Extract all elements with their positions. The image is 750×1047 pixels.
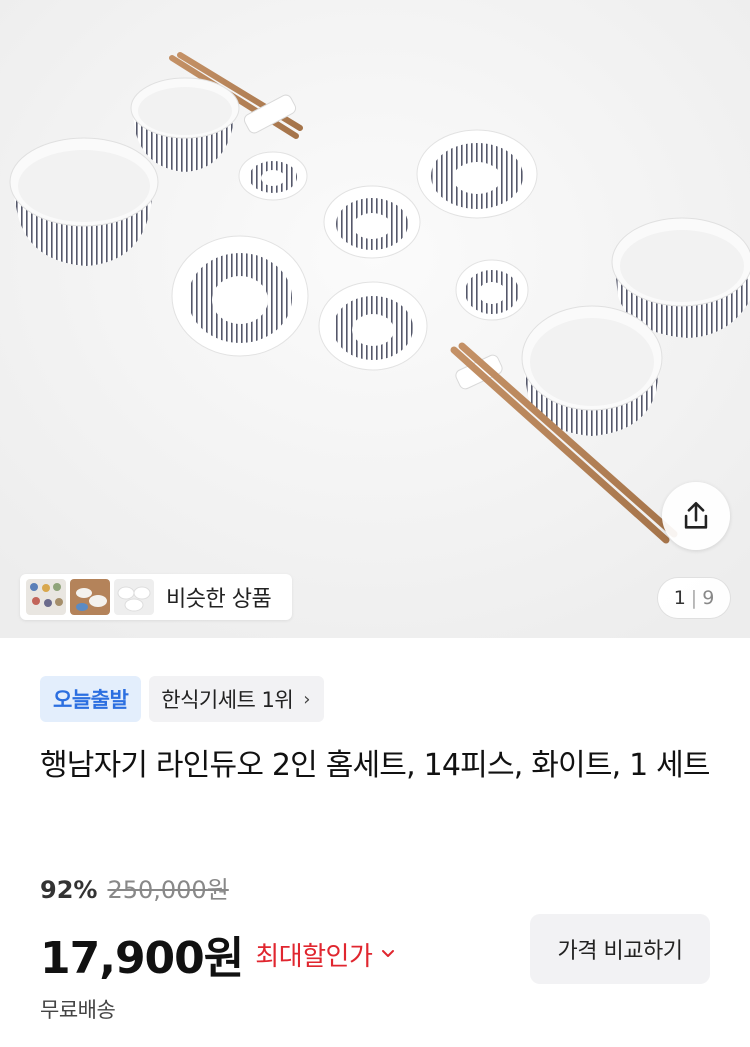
max-discount-label: 최대할인가 xyxy=(255,941,373,972)
similar-thumbnail xyxy=(26,579,66,615)
shipping-info: 무료배송 xyxy=(40,998,116,1022)
similar-products-button[interactable]: 비슷한 상품 xyxy=(20,574,292,620)
max-discount-toggle[interactable]: 최대할인가 xyxy=(255,936,396,973)
discount-rate: 92% xyxy=(40,876,98,904)
similar-thumbnail xyxy=(70,579,110,615)
chevron-right-icon: › xyxy=(303,688,310,710)
badge-row: 오늘출발 한식기세트 1위 › xyxy=(40,676,324,722)
image-counter: 1 | 9 xyxy=(658,578,730,618)
price-compare-button[interactable]: 가격 비교하기 xyxy=(530,914,710,984)
category-rank-badge[interactable]: 한식기세트 1위 › xyxy=(149,676,324,722)
discount-row: 92% 250,000원 xyxy=(40,870,229,905)
product-image-gallery[interactable]: 비슷한 상품 1 | 9 xyxy=(0,0,750,638)
sale-price: 17,900원 xyxy=(40,933,244,984)
original-price: 250,000원 xyxy=(107,876,229,904)
similar-products-label: 비슷한 상품 xyxy=(166,587,272,612)
similar-thumbnail xyxy=(114,579,154,615)
image-counter-total: 9 xyxy=(702,587,715,609)
chevron-down-icon xyxy=(380,944,396,965)
product-title: 행남자기 라인듀오 2인 홈세트, 14피스, 화이트, 1 세트 xyxy=(40,748,711,783)
image-counter-current: 1 xyxy=(673,587,686,609)
today-shipping-badge: 오늘출발 xyxy=(40,676,142,722)
share-button[interactable] xyxy=(662,482,730,550)
share-icon xyxy=(684,501,708,529)
category-rank-label: 한식기세트 1위 xyxy=(161,688,294,712)
price-row: 17,900원 최대할인가 xyxy=(40,922,396,986)
product-photo xyxy=(0,0,750,638)
image-counter-separator: | xyxy=(690,587,698,609)
